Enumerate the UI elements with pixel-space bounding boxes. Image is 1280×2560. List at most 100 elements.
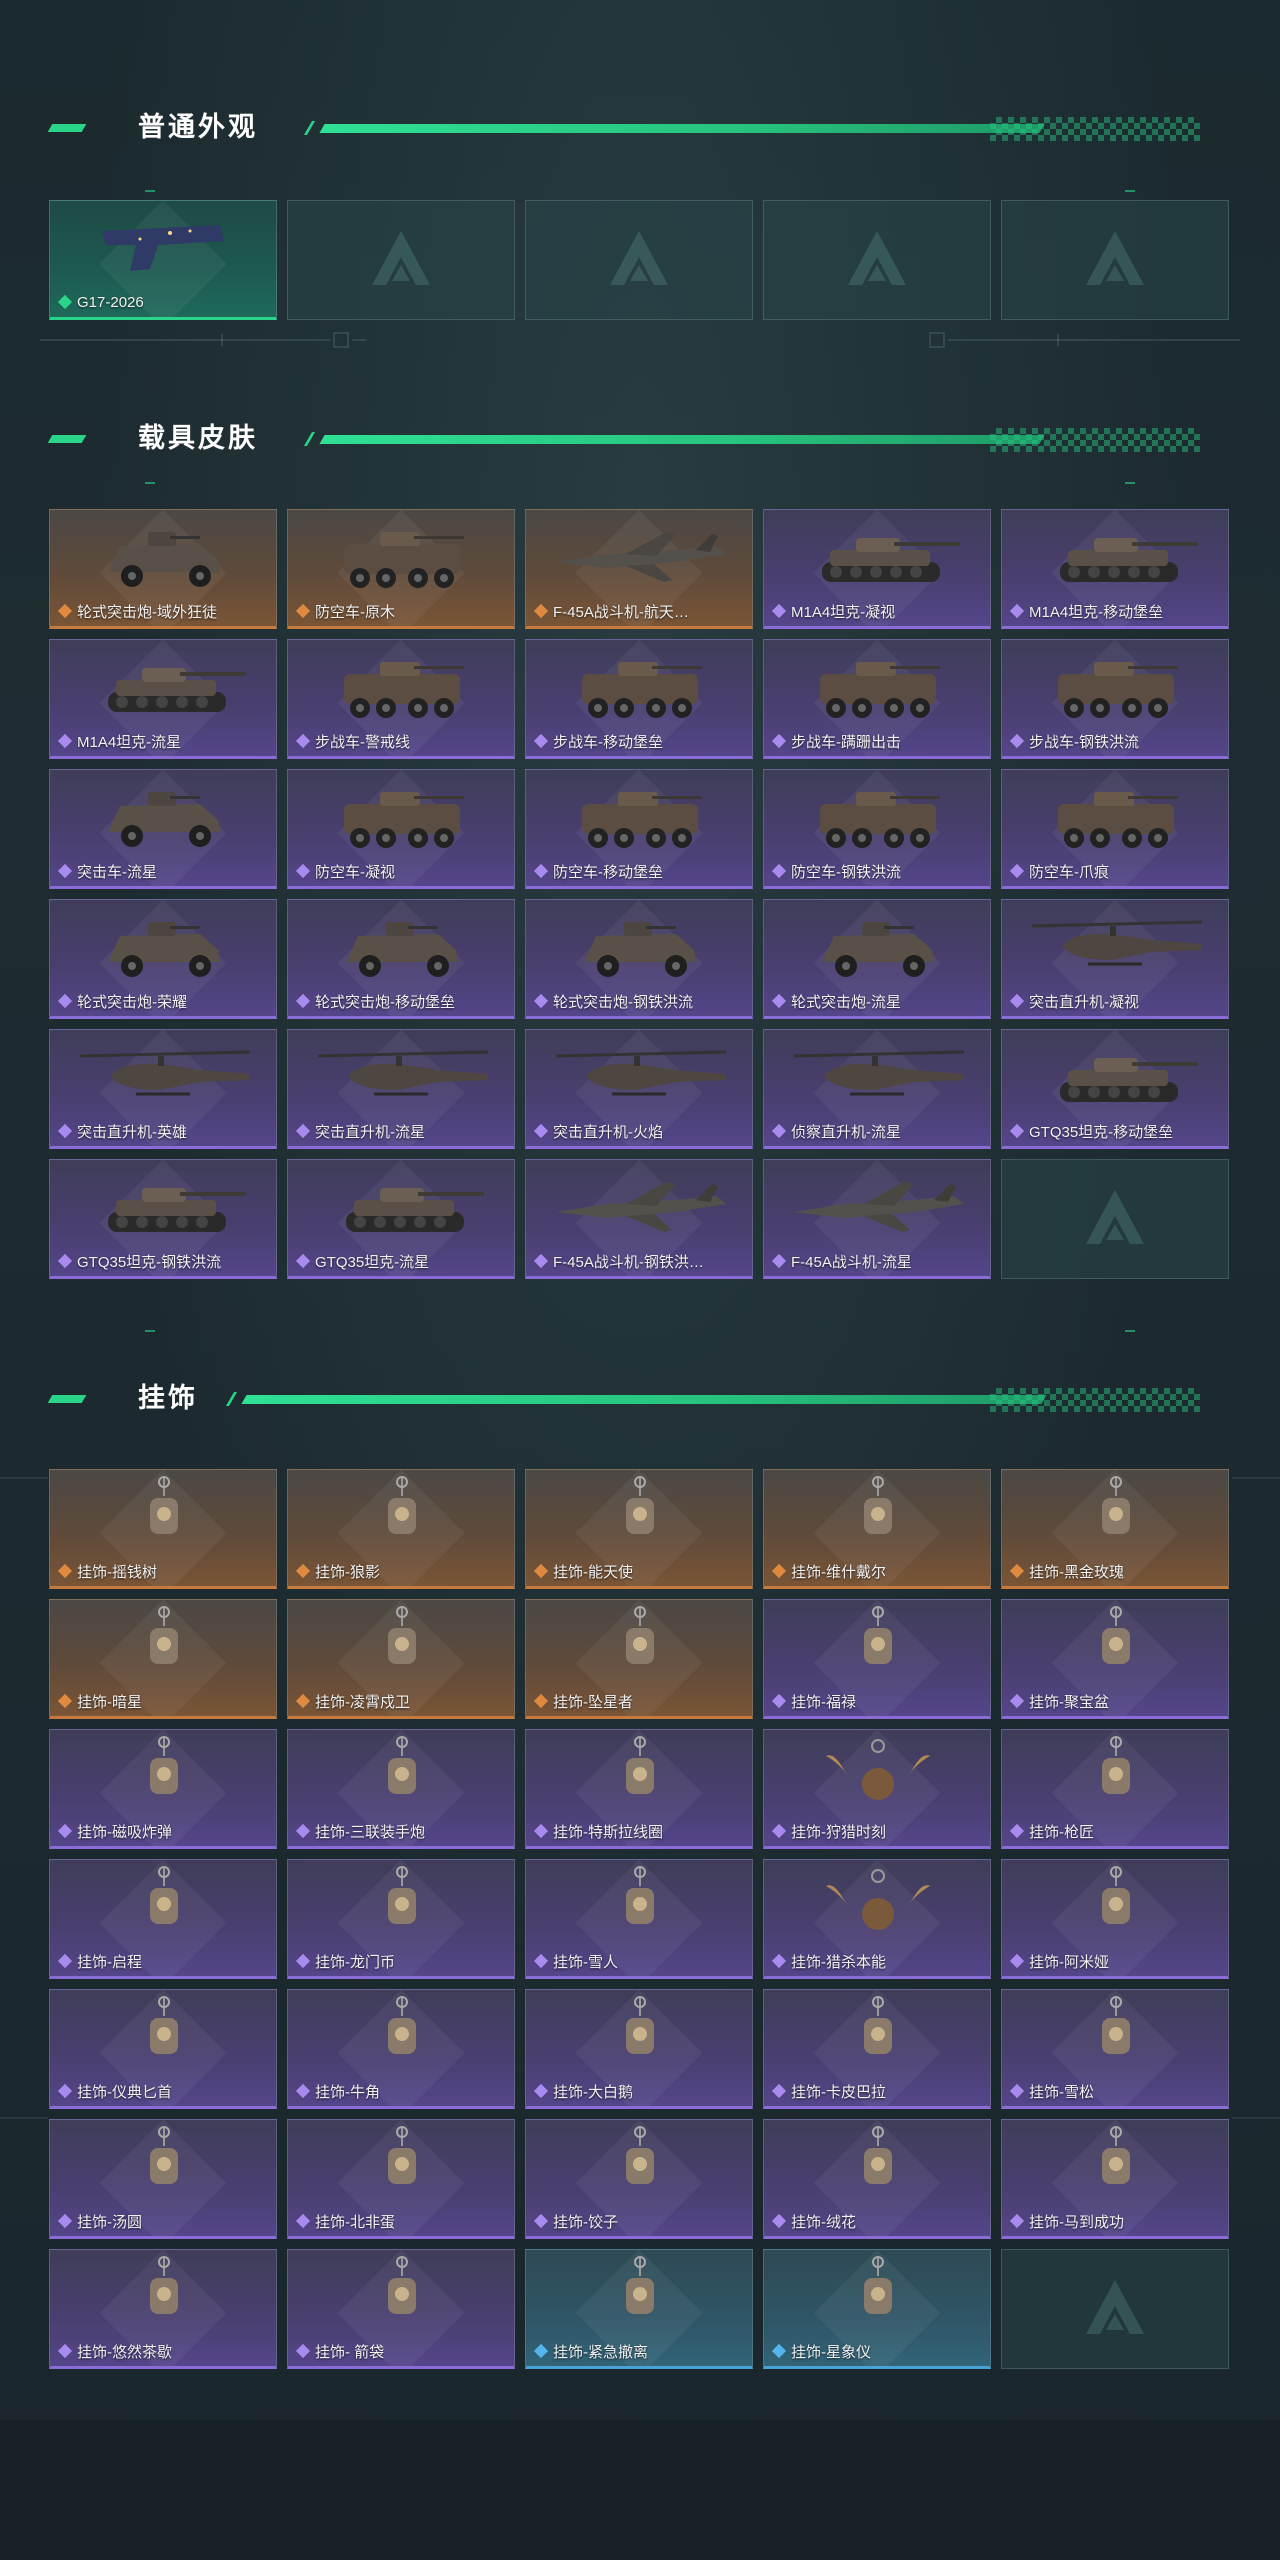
item-label-row: 轮式突击炮-荣耀 bbox=[58, 991, 270, 1011]
item-card[interactable]: 轮式突击炮-移动堡垒 bbox=[287, 899, 515, 1019]
item-card[interactable]: 挂饰-汤圆 bbox=[49, 2119, 277, 2239]
item-card[interactable]: M1A4坦克-凝视 bbox=[763, 509, 991, 629]
item-card[interactable]: 挂饰-能天使 bbox=[525, 1469, 753, 1589]
item-card[interactable]: 挂饰-龙门币 bbox=[287, 1859, 515, 1979]
item-card[interactable]: 挂饰-北非蛋 bbox=[287, 2119, 515, 2239]
item-card[interactable]: GTQ35坦克-钢铁洪流 bbox=[49, 1159, 277, 1279]
item-card[interactable]: 突击直升机-火焰 bbox=[525, 1029, 753, 1149]
item-card[interactable]: 防空车-钢铁洪流 bbox=[763, 769, 991, 889]
item-card[interactable]: 挂饰-雪人 bbox=[525, 1859, 753, 1979]
item-card[interactable]: 挂饰-枪匠 bbox=[1001, 1729, 1229, 1849]
item-card[interactable]: 挂饰-大白鹅 bbox=[525, 1989, 753, 2109]
item-card[interactable]: 步战车-钢铁洪流 bbox=[1001, 639, 1229, 759]
item-name: 步战车-移动堡垒 bbox=[553, 733, 663, 751]
item-card[interactable]: 挂饰-紧急撤离 bbox=[525, 2249, 753, 2369]
rarity-diamond-icon bbox=[772, 1564, 786, 1578]
item-card[interactable]: 挂饰-维什戴尔 bbox=[763, 1469, 991, 1589]
item-card[interactable]: 挂饰-狼影 bbox=[287, 1469, 515, 1589]
item-label-row: 挂饰-枪匠 bbox=[1010, 1821, 1222, 1841]
rarity-diamond-icon bbox=[58, 1824, 72, 1838]
item-card[interactable]: 挂饰-马到成功 bbox=[1001, 2119, 1229, 2239]
item-card[interactable]: 挂饰-仪典匕首 bbox=[49, 1989, 277, 2109]
item-card[interactable]: 挂饰-坠星者 bbox=[525, 1599, 753, 1719]
rarity-diamond-icon bbox=[772, 2344, 786, 2358]
item-card[interactable]: 挂饰-饺子 bbox=[525, 2119, 753, 2239]
item-card[interactable]: 挂饰-悠然茶歇 bbox=[49, 2249, 277, 2369]
item-card[interactable]: 挂饰-启程 bbox=[49, 1859, 277, 1979]
item-card[interactable]: 挂饰-星象仪 bbox=[763, 2249, 991, 2369]
item-name: 挂饰-能天使 bbox=[553, 1563, 633, 1581]
item-label-row: 挂饰-摇钱树 bbox=[58, 1561, 270, 1581]
item-name: 挂饰-牛角 bbox=[315, 2083, 380, 2101]
item-card[interactable]: 步战车-移动堡垒 bbox=[525, 639, 753, 759]
item-card[interactable]: GTQ35坦克-移动堡垒 bbox=[1001, 1029, 1229, 1149]
item-card[interactable]: 突击车-流星 bbox=[49, 769, 277, 889]
item-name: 挂饰-狩猎时刻 bbox=[791, 1823, 886, 1841]
rarity-diamond-icon bbox=[296, 864, 310, 878]
item-name: 挂饰-坠星者 bbox=[553, 1693, 633, 1711]
item-name: 突击直升机-凝视 bbox=[1029, 993, 1139, 1011]
item-card[interactable]: 挂饰-阿米娅 bbox=[1001, 1859, 1229, 1979]
item-card[interactable]: M1A4坦克-移动堡垒 bbox=[1001, 509, 1229, 629]
item-card[interactable]: 挂饰-牛角 bbox=[287, 1989, 515, 2109]
rarity-diamond-icon bbox=[772, 1824, 786, 1838]
item-label-row: 挂饰-马到成功 bbox=[1010, 2211, 1222, 2231]
charm-icon bbox=[288, 1730, 514, 1826]
item-card[interactable]: 挂饰-猎杀本能 bbox=[763, 1859, 991, 1979]
item-card[interactable]: 防空车-原木 bbox=[287, 509, 515, 629]
item-card[interactable]: F-45A战斗机-流星 bbox=[763, 1159, 991, 1279]
item-card[interactable]: 挂饰- 箭袋 bbox=[287, 2249, 515, 2369]
item-label-row: M1A4坦克-凝视 bbox=[772, 601, 984, 621]
charm-icon bbox=[764, 1990, 990, 2086]
rarity-diamond-icon bbox=[58, 604, 72, 618]
item-label-row: 挂饰-启程 bbox=[58, 1951, 270, 1971]
item-label-row: 步战车-蹒跚出击 bbox=[772, 731, 984, 751]
item-card[interactable]: 突击直升机-流星 bbox=[287, 1029, 515, 1149]
item-card[interactable]: 突击直升机-英雄 bbox=[49, 1029, 277, 1149]
item-card[interactable]: 轮式突击炮-钢铁洪流 bbox=[525, 899, 753, 1019]
item-card[interactable]: 挂饰-黑金玫瑰 bbox=[1001, 1469, 1229, 1589]
item-card[interactable]: 挂饰-暗星 bbox=[49, 1599, 277, 1719]
rarity-diamond-icon bbox=[1010, 2084, 1024, 2098]
item-card[interactable]: 挂饰-三联装手炮 bbox=[287, 1729, 515, 1849]
item-label-row: 轮式突击炮-流星 bbox=[772, 991, 984, 1011]
item-card[interactable]: 挂饰-摇钱树 bbox=[49, 1469, 277, 1589]
item-card[interactable]: 步战车-警戒线 bbox=[287, 639, 515, 759]
rarity-diamond-icon bbox=[534, 1564, 548, 1578]
item-card[interactable]: F-45A战斗机-航天… bbox=[525, 509, 753, 629]
item-card[interactable]: 侦察直升机-流星 bbox=[763, 1029, 991, 1149]
item-card[interactable]: 挂饰-卡皮巴拉 bbox=[763, 1989, 991, 2109]
item-card[interactable]: 轮式突击炮-荣耀 bbox=[49, 899, 277, 1019]
item-card[interactable]: 防空车-移动堡垒 bbox=[525, 769, 753, 889]
item-label-row: 步战车-移动堡垒 bbox=[534, 731, 746, 751]
item-card[interactable]: GTQ35坦克-流星 bbox=[287, 1159, 515, 1279]
apc-icon bbox=[1002, 770, 1228, 866]
item-card[interactable]: 防空车-爪痕 bbox=[1001, 769, 1229, 889]
item-card[interactable]: 轮式突击炮-流星 bbox=[763, 899, 991, 1019]
charm-icon bbox=[526, 2250, 752, 2346]
rarity-diamond-icon bbox=[534, 994, 548, 1008]
charm-icon bbox=[526, 1860, 752, 1956]
item-card[interactable]: 挂饰-磁吸炸弹 bbox=[49, 1729, 277, 1849]
item-card[interactable]: F-45A战斗机-钢铁洪… bbox=[525, 1159, 753, 1279]
item-card[interactable]: 防空车-凝视 bbox=[287, 769, 515, 889]
item-card[interactable]: 挂饰-聚宝盆 bbox=[1001, 1599, 1229, 1719]
item-card[interactable]: 突击直升机-凝视 bbox=[1001, 899, 1229, 1019]
armored-car-icon bbox=[764, 900, 990, 996]
item-card[interactable]: 挂饰-狩猎时刻 bbox=[763, 1729, 991, 1849]
item-card[interactable]: 轮式突击炮-域外狂徒 bbox=[49, 509, 277, 629]
item-card[interactable]: M1A4坦克-流星 bbox=[49, 639, 277, 759]
rarity-diamond-icon bbox=[296, 2344, 310, 2358]
item-card[interactable]: 挂饰-福禄 bbox=[763, 1599, 991, 1719]
item-card[interactable]: 挂饰-特斯拉线圈 bbox=[525, 1729, 753, 1849]
item-card[interactable]: G17-2026 bbox=[49, 200, 277, 320]
item-label-row: 挂饰-狼影 bbox=[296, 1561, 508, 1581]
section-checker-pattern bbox=[990, 1388, 1200, 1412]
item-card[interactable]: 挂饰-绒花 bbox=[763, 2119, 991, 2239]
item-label-row: 挂饰-维什戴尔 bbox=[772, 1561, 984, 1581]
item-card[interactable]: 步战车-蹒跚出击 bbox=[763, 639, 991, 759]
item-card[interactable]: 挂饰-雪松 bbox=[1001, 1989, 1229, 2109]
item-card[interactable]: 挂饰-凌霄戍卫 bbox=[287, 1599, 515, 1719]
item-name: M1A4坦克-凝视 bbox=[791, 603, 896, 621]
item-name: 挂饰-龙门币 bbox=[315, 1953, 395, 1971]
